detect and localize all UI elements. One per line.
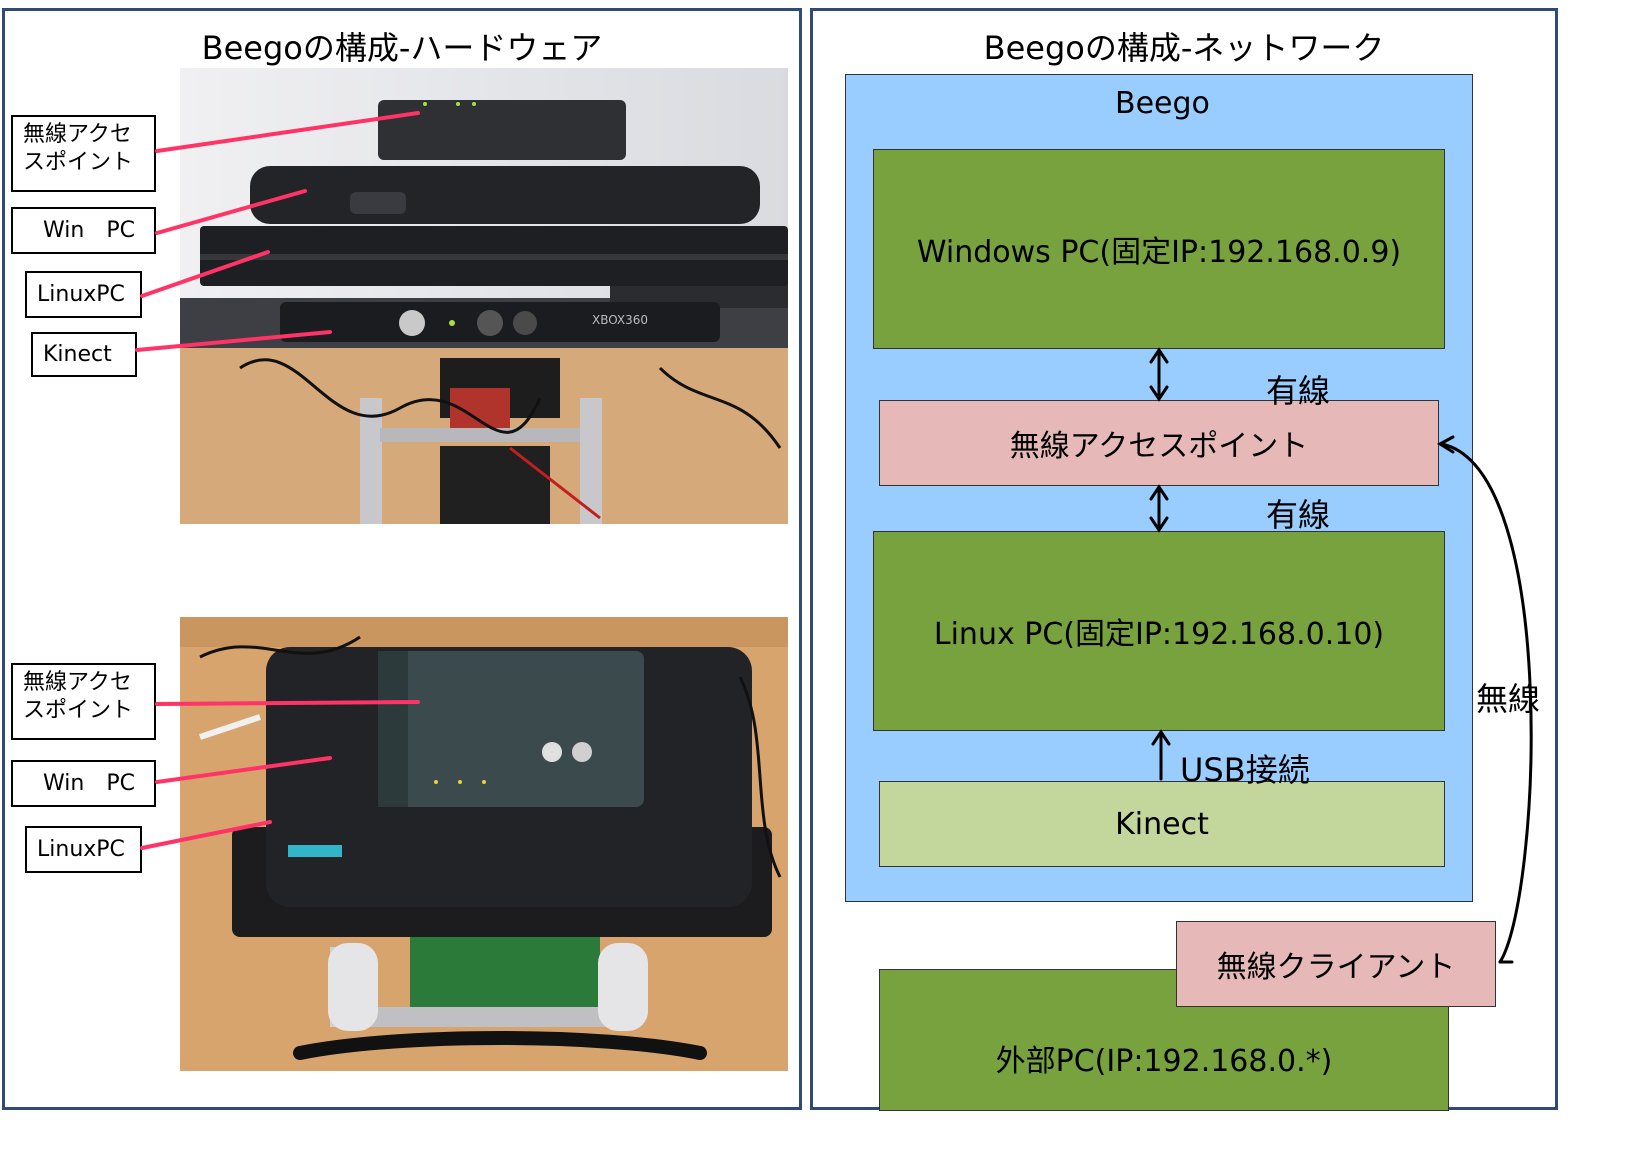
access-point-box: 無線アクセスポイント	[879, 400, 1439, 486]
robot-front-illustration: XBOX360	[180, 68, 788, 524]
label-win-pc-top-text: Win PC	[43, 217, 135, 243]
beego-label: Beego	[1115, 86, 1210, 121]
wireless-client-box: 無線クライアント	[1176, 921, 1496, 1007]
label-kinect-top: Kinect	[31, 332, 137, 377]
wireless-client-label: 無線クライアント	[1216, 950, 1456, 985]
label-win-pc-top: Win PC	[11, 207, 156, 254]
robot-top-illustration	[180, 617, 788, 1071]
label-access-point-bottom: 無線アクセスポイント	[11, 663, 156, 740]
label-linux-pc-top-text: LinuxPC	[37, 281, 125, 307]
label-win-pc-bottom-text: Win PC	[43, 770, 135, 796]
windows-pc-label: Windows PC(固定IP:192.168.0.9)	[916, 235, 1402, 270]
kinect-box: Kinect	[879, 781, 1445, 867]
kinect-label: Kinect	[1115, 806, 1209, 842]
label-access-point-top-text: 無線アクセスポイント	[23, 122, 134, 175]
label-kinect-top-text: Kinect	[43, 341, 112, 367]
wireless-label: 無線	[1476, 680, 1541, 718]
linux-pc-label: Linux PC(固定IP:192.168.0.10)	[933, 617, 1385, 652]
windows-pc-box: Windows PC(固定IP:192.168.0.9)	[873, 149, 1445, 349]
access-point-label: 無線アクセスポイント	[1009, 429, 1309, 464]
robot-front-photo: XBOX360	[180, 68, 788, 524]
robot-top-photo	[180, 617, 788, 1071]
label-win-pc-bottom: Win PC	[11, 760, 156, 807]
network-panel-title: Beegoの構成-ネットワーク	[983, 29, 1385, 67]
label-linux-pc-top: LinuxPC	[25, 271, 142, 318]
usb-label: USB接続	[1180, 751, 1310, 789]
external-pc-label: 外部PC(IP:192.168.0.*)	[995, 1044, 1333, 1079]
wired-label-1: 有線	[1266, 372, 1331, 410]
wired-label-2: 有線	[1266, 496, 1331, 534]
kinect-brand-text: XBOX360	[592, 313, 648, 327]
linux-pc-box: Linux PC(固定IP:192.168.0.10)	[873, 531, 1445, 731]
label-linux-pc-bottom: LinuxPC	[25, 826, 142, 873]
label-access-point-top: 無線アクセスポイント	[11, 115, 156, 192]
label-linux-pc-bottom-text: LinuxPC	[37, 836, 125, 862]
label-access-point-bottom-text: 無線アクセスポイント	[23, 670, 134, 723]
hardware-panel-title: Beegoの構成-ハードウェア	[201, 29, 603, 67]
